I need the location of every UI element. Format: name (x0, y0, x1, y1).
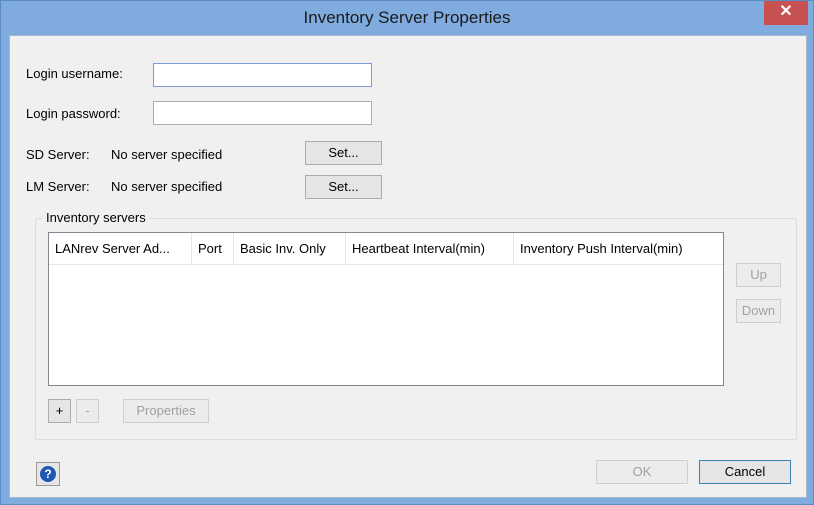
lm-server-value: No server specified (111, 179, 223, 194)
inventory-servers-group-title: Inventory servers (43, 210, 149, 225)
dialog-body: Login username: Login password: SD Serve… (9, 35, 807, 498)
sd-server-set-button[interactable]: Set... (305, 141, 382, 165)
dialog-window: Inventory Server Properties ✕ Login user… (0, 0, 814, 505)
title-bar[interactable]: Inventory Server Properties ✕ (1, 1, 813, 35)
cancel-button[interactable]: Cancel (699, 460, 791, 484)
lm-server-label: LM Server: (26, 179, 90, 194)
remove-server-button[interactable]: - (76, 399, 99, 423)
column-header-server-address[interactable]: LANrev Server Ad... (49, 233, 192, 264)
add-server-button[interactable]: + (48, 399, 71, 423)
window-title: Inventory Server Properties (303, 8, 511, 27)
help-button[interactable]: ? (36, 462, 60, 486)
sd-server-value: No server specified (111, 147, 223, 162)
login-username-field[interactable] (153, 63, 372, 87)
inventory-servers-table[interactable]: LANrev Server Ad... Port Basic Inv. Only… (48, 232, 724, 386)
sd-server-label: SD Server: (26, 147, 90, 162)
close-button[interactable]: ✕ (764, 1, 808, 25)
close-icon: ✕ (779, 3, 793, 20)
down-button[interactable]: Down (736, 299, 781, 323)
lm-server-set-button[interactable]: Set... (305, 175, 382, 199)
properties-button[interactable]: Properties (123, 399, 209, 423)
login-password-label: Login password: (26, 106, 121, 121)
column-header-inventory-push-interval[interactable]: Inventory Push Interval(min) (514, 233, 723, 264)
ok-button[interactable]: OK (596, 460, 688, 484)
login-username-label: Login username: (26, 66, 123, 81)
column-header-basic-inv-only[interactable]: Basic Inv. Only (234, 233, 346, 264)
column-header-heartbeat-interval[interactable]: Heartbeat Interval(min) (346, 233, 514, 264)
column-header-port[interactable]: Port (192, 233, 234, 264)
help-icon: ? (40, 466, 56, 482)
table-header: LANrev Server Ad... Port Basic Inv. Only… (49, 233, 723, 265)
up-button[interactable]: Up (736, 263, 781, 287)
login-password-field[interactable] (153, 101, 372, 125)
